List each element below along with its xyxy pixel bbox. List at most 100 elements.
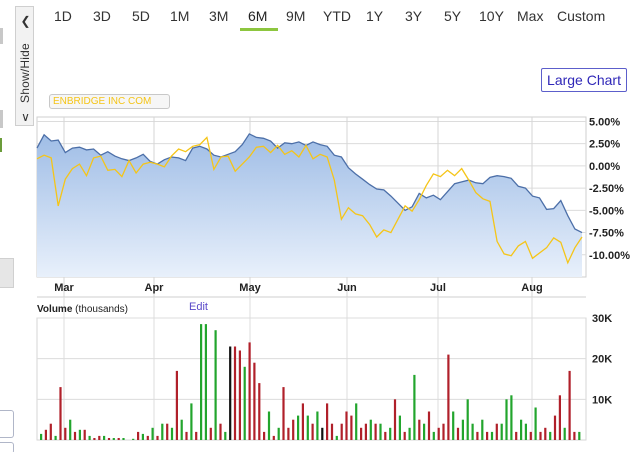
volume-bar xyxy=(505,399,508,440)
volume-bar xyxy=(447,354,450,440)
month-tick-label: Jun xyxy=(337,282,357,294)
volume-bar xyxy=(64,427,67,440)
volume-bar xyxy=(200,324,203,440)
volume-bar xyxy=(364,423,367,440)
volume-bar xyxy=(297,415,300,440)
month-tick-label: Apr xyxy=(145,282,165,294)
volume-bar xyxy=(515,431,518,440)
volume-bar xyxy=(44,429,47,440)
month-tick-label: Aug xyxy=(521,282,542,294)
volume-bar xyxy=(243,366,246,440)
volume-plot-area xyxy=(36,317,587,441)
volume-bar xyxy=(389,427,392,440)
month-tick-label: May xyxy=(239,282,261,294)
volume-bar xyxy=(418,419,421,440)
volume-bar xyxy=(190,403,193,440)
volume-bar xyxy=(78,429,81,440)
volume-bar xyxy=(539,431,542,440)
volume-axis: 30K 20K 10K xyxy=(592,313,612,406)
volume-bar xyxy=(350,415,353,440)
volume-bar xyxy=(137,431,140,440)
volume-bar xyxy=(151,427,154,440)
volume-bar xyxy=(272,435,275,440)
volume-bar xyxy=(122,438,125,440)
volume-bar xyxy=(146,435,149,440)
volume-tick-label: 10K xyxy=(592,394,612,406)
volume-bar xyxy=(553,415,557,440)
volume-bar xyxy=(486,431,489,440)
volume-bar xyxy=(253,362,256,440)
volume-bar xyxy=(311,423,314,440)
month-axis: Mar Apr May Jun Jul Aug xyxy=(54,282,542,294)
volume-bar xyxy=(292,419,295,440)
volume-bar xyxy=(69,419,72,440)
volume-bar xyxy=(166,423,169,440)
volume-bar xyxy=(233,346,237,440)
price-tick-label: -10.00% xyxy=(589,250,630,262)
volume-bar xyxy=(476,431,479,440)
volume-bar xyxy=(568,370,571,440)
volume-bar xyxy=(437,427,440,440)
volume-bar xyxy=(93,438,96,440)
volume-bar xyxy=(263,431,266,440)
volume-bar xyxy=(59,387,62,440)
volume-bar xyxy=(534,407,537,440)
volume-bar xyxy=(461,419,464,440)
volume-bar xyxy=(287,427,290,440)
volume-bar xyxy=(524,423,527,440)
volume-bar xyxy=(510,395,513,440)
volume-bar xyxy=(103,435,106,440)
volume-title-bold: Volume xyxy=(37,304,73,315)
volume-bar xyxy=(204,324,207,440)
volume-bar xyxy=(403,431,406,440)
volume-bar xyxy=(379,423,382,440)
volume-bar xyxy=(316,411,319,440)
price-axis: 5.00% 2.50% 0.00% -2.50% -5.00% -7.50% -10.00% xyxy=(589,116,630,261)
volume-bar xyxy=(490,431,494,440)
volume-bar xyxy=(495,423,498,440)
volume-bar xyxy=(209,427,212,440)
volume-bar xyxy=(335,435,338,440)
volume-bar xyxy=(398,415,401,440)
volume-bar xyxy=(369,419,372,440)
volume-bar xyxy=(471,423,474,440)
volume-bar xyxy=(326,403,329,440)
edit-volume-link[interactable]: Edit xyxy=(189,301,208,313)
price-tick-label: 5.00% xyxy=(589,116,620,128)
volume-bar xyxy=(423,423,426,440)
volume-bar xyxy=(427,411,431,440)
volume-bar xyxy=(306,415,309,440)
volume-grid xyxy=(36,296,587,441)
volume-bar xyxy=(175,370,178,440)
volume-bar xyxy=(267,411,271,440)
volume-bar xyxy=(107,438,111,440)
volume-bar xyxy=(578,431,581,440)
volume-bar xyxy=(248,342,251,440)
volume-bar xyxy=(408,427,411,440)
volume-bar xyxy=(520,419,523,440)
price-tick-label: 0.00% xyxy=(589,161,620,173)
volume-bar xyxy=(573,431,576,440)
volume-bar xyxy=(170,427,174,440)
volume-bar xyxy=(393,399,397,440)
volume-bar xyxy=(224,431,227,440)
volume-bar xyxy=(282,387,285,440)
price-tick-label: -7.50% xyxy=(589,228,624,240)
volume-bar xyxy=(355,403,358,440)
volume-bar xyxy=(277,427,280,440)
volume-bar xyxy=(374,423,377,440)
volume-title-unit: (thousands) xyxy=(72,304,128,315)
volume-bar xyxy=(456,427,460,440)
volume-bar xyxy=(185,431,188,440)
price-tick-label: -5.00% xyxy=(589,205,624,217)
volume-title: Volume (thousands) xyxy=(37,304,128,315)
volume-bar xyxy=(141,433,144,440)
volume-bar xyxy=(54,435,57,440)
volume-bar xyxy=(321,427,324,440)
volume-bar xyxy=(112,438,115,440)
volume-bar xyxy=(117,438,120,440)
volume-bar xyxy=(238,350,241,440)
volume-bar xyxy=(500,423,503,440)
volume-bar xyxy=(345,411,348,440)
volume-bar xyxy=(258,383,261,440)
